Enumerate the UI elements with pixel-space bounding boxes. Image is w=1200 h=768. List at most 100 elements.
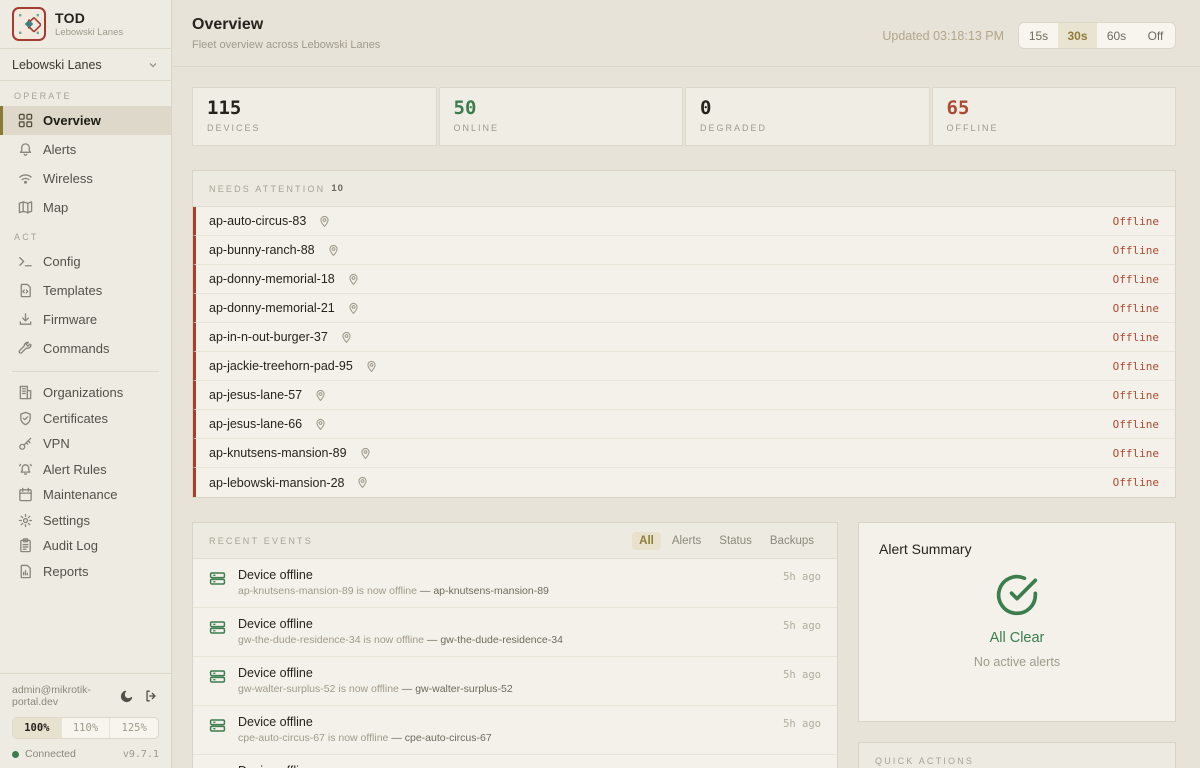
connection-status: Connected	[25, 748, 76, 760]
router-icon	[209, 619, 226, 636]
event-device: — cpe-auto-circus-67	[391, 732, 491, 744]
tab-status[interactable]: Status	[712, 532, 759, 550]
device-name: ap-jesus-lane-57	[209, 388, 302, 402]
attention-row[interactable]: ap-donny-memorial-21 Offline	[193, 294, 1175, 323]
event-row[interactable]: Device offline ap-knutsens-mansion-89 is…	[193, 559, 837, 608]
zoom-option-110[interactable]: 110%	[62, 718, 111, 738]
gear-icon	[17, 512, 33, 528]
sidebar-item-maintenance[interactable]: Maintenance	[0, 482, 171, 508]
stat-value: 115	[207, 97, 422, 119]
event-row[interactable]: Device offline ap-bunny-ranch-88 is now …	[193, 755, 837, 768]
wifi-icon	[17, 171, 33, 187]
location-pin-icon	[359, 447, 372, 460]
org-selector[interactable]: Lebowski Lanes	[0, 49, 171, 81]
attention-row[interactable]: ap-auto-circus-83 Offline	[193, 207, 1175, 236]
sidebar-item-alert-rules[interactable]: Alert Rules	[0, 457, 171, 483]
event-title: Device offline	[238, 666, 771, 680]
sidebar-item-map[interactable]: Map	[0, 193, 171, 222]
event-row[interactable]: Device offline cpe-auto-circus-67 is now…	[193, 706, 837, 755]
sidebar-item-reports[interactable]: Reports	[0, 559, 171, 585]
event-device: — ap-knutsens-mansion-89	[420, 585, 549, 597]
event-row[interactable]: Device offline gw-the-dude-residence-34 …	[193, 608, 837, 657]
refresh-option-off[interactable]: Off	[1136, 23, 1175, 48]
attention-row[interactable]: ap-jackie-treehorn-pad-95 Offline	[193, 352, 1175, 381]
refresh-option-15s[interactable]: 15s	[1019, 23, 1058, 48]
alert-summary-title: Alert Summary	[879, 541, 1155, 557]
brand-name: TOD	[55, 10, 123, 26]
building-icon	[17, 385, 33, 401]
device-status: Offline	[1113, 244, 1159, 257]
page-header: Overview Fleet overview across Lebowski …	[172, 0, 1200, 67]
dark-mode-toggle[interactable]	[119, 688, 135, 704]
zoom-option-100[interactable]: 100%	[13, 718, 62, 738]
sidebar-item-audit-log[interactable]: Audit Log	[0, 533, 171, 559]
attention-row[interactable]: ap-donny-memorial-18 Offline	[193, 265, 1175, 294]
main-area: Overview Fleet overview across Lebowski …	[172, 0, 1200, 768]
location-pin-icon	[340, 331, 353, 344]
sidebar-item-label: Organizations	[43, 385, 123, 400]
sidebar-item-alerts[interactable]: Alerts	[0, 135, 171, 164]
calendar-icon	[17, 487, 33, 503]
ui-zoom-control: 100% 110% 125%	[12, 717, 159, 739]
event-device: — gw-walter-surplus-52	[402, 683, 513, 695]
refresh-option-60s[interactable]: 60s	[1097, 23, 1136, 48]
device-name: ap-knutsens-mansion-89	[209, 446, 347, 460]
location-pin-icon	[347, 273, 360, 286]
location-pin-icon	[347, 302, 360, 315]
sidebar-item-organizations[interactable]: Organizations	[0, 380, 171, 406]
sidebar-item-label: Reports	[43, 564, 89, 579]
attention-row[interactable]: ap-knutsens-mansion-89 Offline	[193, 439, 1175, 468]
sidebar-item-label: Alert Rules	[43, 462, 107, 477]
sidebar-item-vpn[interactable]: VPN	[0, 431, 171, 457]
sidebar-item-label: Settings	[43, 513, 90, 528]
sidebar-item-label: Overview	[43, 113, 101, 128]
event-row[interactable]: Device offline gw-walter-surplus-52 is n…	[193, 657, 837, 706]
stat-card-degraded: 0 DEGRADED	[685, 87, 930, 146]
tab-backups[interactable]: Backups	[763, 532, 821, 550]
device-status: Offline	[1113, 302, 1159, 315]
page-subtitle: Fleet overview across Lebowski Lanes	[192, 39, 380, 51]
attention-row[interactable]: ap-in-n-out-burger-37 Offline	[193, 323, 1175, 352]
device-status: Offline	[1113, 331, 1159, 344]
moon-icon	[120, 689, 134, 703]
sidebar-item-commands[interactable]: Commands	[0, 334, 171, 363]
tab-alerts[interactable]: Alerts	[665, 532, 708, 550]
device-name: ap-donny-memorial-21	[209, 301, 335, 315]
attention-row[interactable]: ap-jesus-lane-66 Offline	[193, 410, 1175, 439]
device-status: Offline	[1113, 273, 1159, 286]
refresh-option-30s[interactable]: 30s	[1058, 23, 1097, 48]
connection-status-dot	[12, 751, 19, 758]
sidebar-item-certificates[interactable]: Certificates	[0, 406, 171, 432]
zoom-option-125[interactable]: 125%	[110, 718, 158, 738]
recent-events-title: RECENT EVENTS	[209, 536, 313, 546]
stat-label: DEVICES	[207, 123, 422, 133]
device-status: Offline	[1113, 215, 1159, 228]
tab-all[interactable]: All	[632, 532, 661, 550]
device-name: ap-in-n-out-burger-37	[209, 330, 328, 344]
brand-logo-icon	[12, 7, 46, 41]
stat-label: DEGRADED	[700, 123, 915, 133]
attention-row[interactable]: ap-jesus-lane-57 Offline	[193, 381, 1175, 410]
stat-label: ONLINE	[454, 123, 669, 133]
needs-attention-count: 10	[331, 183, 344, 194]
section-label-operate: OPERATE	[0, 81, 171, 106]
sidebar-item-firmware[interactable]: Firmware	[0, 305, 171, 334]
sidebar-footer: admin@mikrotik-portal.dev 100% 110% 125%…	[0, 673, 171, 768]
stat-label: OFFLINE	[947, 123, 1162, 133]
event-device: — gw-the-dude-residence-34	[427, 634, 563, 646]
sidebar-item-templates[interactable]: Templates	[0, 276, 171, 305]
needs-attention-panel: NEEDS ATTENTION 10 ap-auto-circus-83 Off…	[192, 170, 1176, 498]
sidebar-item-config[interactable]: Config	[0, 247, 171, 276]
sidebar-nav: OPERATE Overview Alerts Wireless Map ACT…	[0, 81, 171, 584]
attention-row[interactable]: ap-lebowski-mansion-28 Offline	[193, 468, 1175, 497]
sidebar-item-overview[interactable]: Overview	[0, 106, 171, 135]
quick-actions-header: QUICK ACTIONS	[859, 743, 1175, 768]
logout-button[interactable]	[143, 688, 159, 704]
event-time: 5h ago	[783, 620, 821, 632]
page-title: Overview	[192, 16, 380, 34]
sidebar-item-wireless[interactable]: Wireless	[0, 164, 171, 193]
attention-row[interactable]: ap-bunny-ranch-88 Offline	[193, 236, 1175, 265]
location-pin-icon	[365, 360, 378, 373]
stat-value: 50	[454, 97, 669, 119]
sidebar-item-settings[interactable]: Settings	[0, 508, 171, 534]
